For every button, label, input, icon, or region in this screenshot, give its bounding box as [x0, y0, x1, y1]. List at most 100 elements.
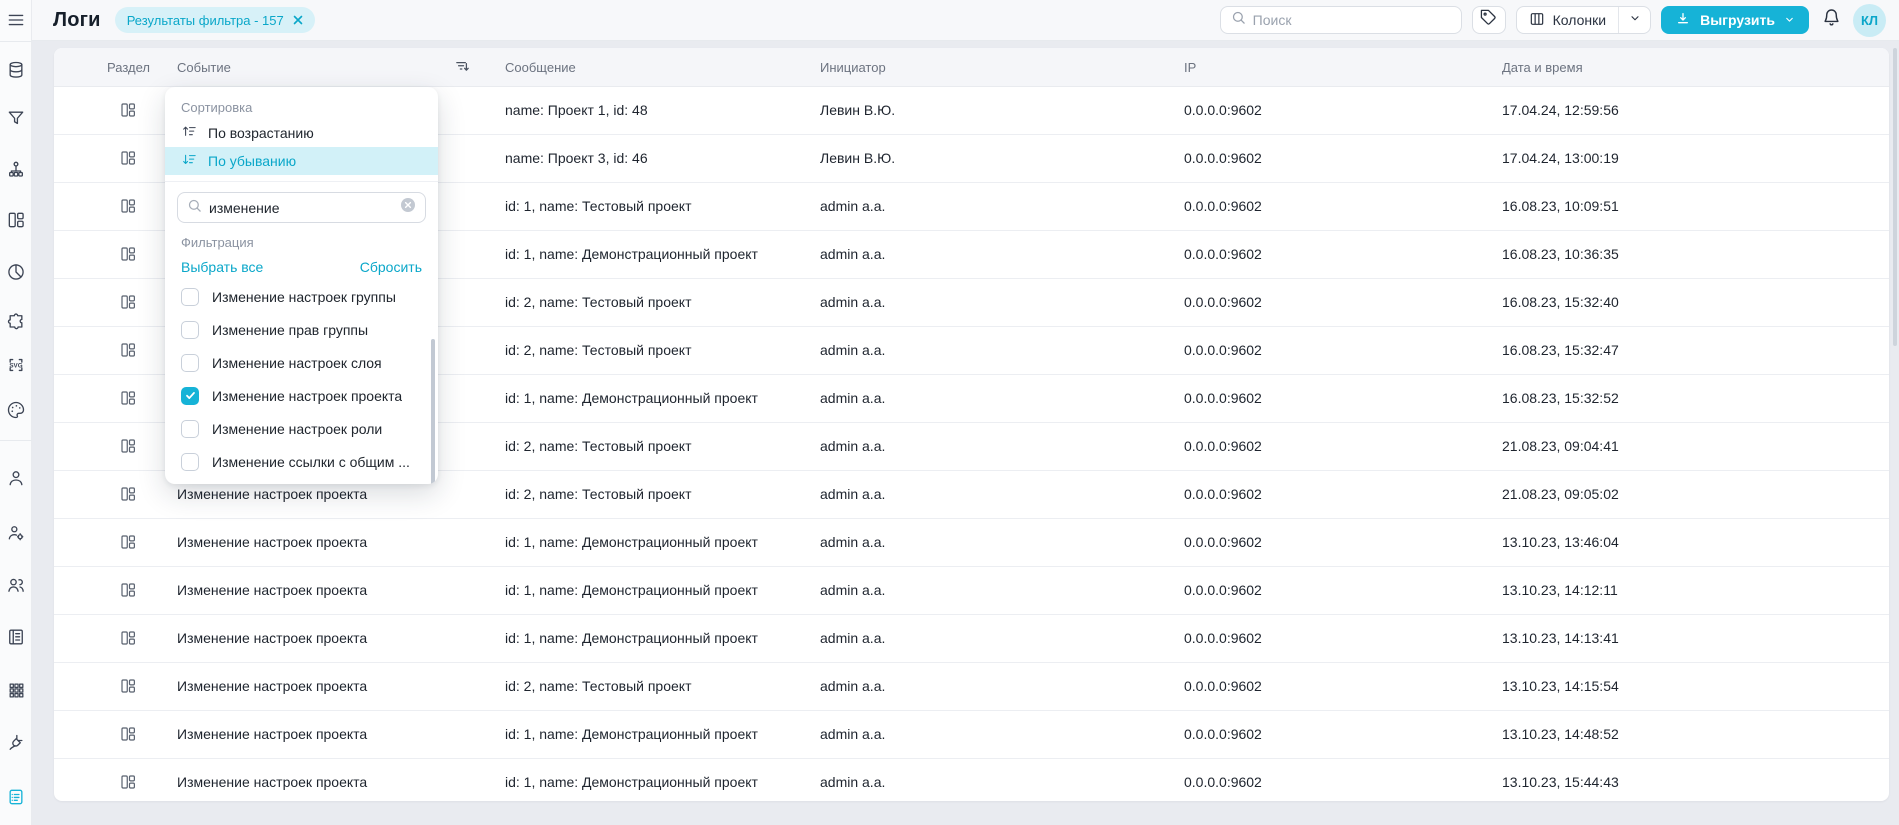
section-dashboard-icon	[119, 245, 137, 266]
pie-chart-icon[interactable]	[0, 260, 32, 284]
checkbox[interactable]	[181, 386, 199, 405]
menu-icon[interactable]	[0, 8, 32, 32]
filter-option[interactable]: Изменение настроек проекта	[165, 379, 438, 412]
table-row[interactable]: Изменение настроек проекта id: 1, name: …	[54, 615, 1889, 663]
cell-message: id: 1, name: Демонстрационный проект	[505, 726, 758, 742]
avatar[interactable]: КЛ	[1853, 3, 1886, 37]
dropdown-scrollbar[interactable]	[431, 339, 435, 484]
table-row[interactable]: Изменение настроек проекта id: 2, name: …	[54, 663, 1889, 711]
cell-datetime: 16.08.23, 15:32:40	[1502, 294, 1619, 310]
cell-message: id: 1, name: Демонстрационный проект	[505, 534, 758, 550]
filter-option[interactable]: Изменение ссылки с общим ...	[165, 445, 438, 478]
journal-icon[interactable]	[0, 625, 32, 649]
tags-button[interactable]	[1471, 6, 1506, 34]
table-row[interactable]: Изменение настроек проекта id: 1, name: …	[54, 567, 1889, 615]
column-header-ip[interactable]: IP	[1184, 60, 1196, 75]
sort-ascending-item[interactable]: По возрастанию	[165, 119, 438, 147]
users-icon[interactable]	[0, 573, 32, 597]
section-dashboard-icon	[119, 533, 137, 554]
dashboard-icon[interactable]	[0, 208, 32, 232]
cell-ip: 0.0.0.0:9602	[1184, 150, 1262, 166]
filter-option[interactable]: Изменение настроек группы	[165, 280, 438, 313]
clear-search-icon[interactable]	[400, 197, 416, 218]
cell-ip: 0.0.0.0:9602	[1184, 342, 1262, 358]
column-header-event[interactable]: Событие	[177, 60, 231, 75]
cell-message: id: 2, name: Тестовый проект	[505, 486, 692, 502]
cell-ip: 0.0.0.0:9602	[1184, 774, 1262, 790]
cell-message: id: 2, name: Тестовый проект	[505, 438, 692, 454]
column-header-message[interactable]: Сообщение	[505, 60, 576, 75]
apps-grid-icon[interactable]	[0, 678, 32, 702]
checkbox[interactable]	[181, 419, 199, 438]
table-row[interactable]: Изменение настроек проекта id: 1, name: …	[54, 519, 1889, 567]
cell-datetime: 13.10.23, 14:13:41	[1502, 630, 1619, 646]
columns-dropdown-toggle[interactable]	[1618, 7, 1650, 33]
avatar-initials: КЛ	[1860, 12, 1879, 28]
cell-datetime: 21.08.23, 09:04:41	[1502, 438, 1619, 454]
cell-message: id: 1, name: Демонстрационный проект	[505, 246, 758, 262]
cell-event: Изменение настроек проекта	[177, 534, 368, 550]
export-button[interactable]: Выгрузить	[1661, 6, 1809, 34]
event-column-dropdown: Сортировка По возрастанию По убыванию из…	[165, 87, 438, 484]
page-scrollbar[interactable]	[1893, 48, 1897, 346]
columns-button-label: Колонки	[1552, 12, 1607, 28]
puzzle-icon[interactable]	[0, 310, 32, 334]
dropdown-search-value: изменение	[209, 199, 280, 216]
filter-chip-label: Результаты фильтра - 157	[126, 12, 284, 28]
section-dashboard-icon	[119, 437, 137, 458]
column-header-initiator[interactable]: Инициатор	[820, 60, 886, 75]
user-settings-icon[interactable]	[0, 521, 32, 545]
columns-icon	[1529, 11, 1545, 30]
section-dashboard-icon	[119, 341, 137, 362]
cell-datetime: 13.10.23, 13:46:04	[1502, 534, 1619, 550]
dropdown-search-input[interactable]: изменение	[177, 192, 426, 223]
search-input[interactable]: Поиск	[1219, 6, 1462, 34]
column-header-datetime[interactable]: Дата и время	[1502, 60, 1583, 75]
checkbox[interactable]	[181, 287, 199, 306]
section-dashboard-icon	[119, 581, 137, 602]
tag-icon	[1480, 9, 1497, 31]
sort-descending-item[interactable]: По убыванию	[165, 147, 438, 175]
chevron-down-icon	[1629, 11, 1641, 29]
event-filter-sort-icon[interactable]	[454, 58, 471, 78]
checkbox[interactable]	[181, 353, 199, 372]
user-icon[interactable]	[0, 466, 32, 490]
filter-option[interactable]: Изменение прав группы	[165, 313, 438, 346]
download-icon	[1675, 11, 1691, 30]
section-dashboard-icon	[119, 389, 137, 410]
filter-option[interactable]: Изменение настроек слоя	[165, 346, 438, 379]
cell-message: id: 1, name: Демонстрационный проект	[505, 582, 758, 598]
table-header: Раздел Событие Сообщение Инициатор IP Да…	[54, 48, 1889, 87]
reset-link[interactable]: Сбросить	[360, 259, 422, 275]
chip-close-icon[interactable]	[293, 15, 303, 25]
section-dashboard-icon	[119, 197, 137, 218]
select-all-link[interactable]: Выбрать все	[181, 259, 263, 275]
svg-file-icon[interactable]: SVG	[0, 353, 32, 377]
cell-ip: 0.0.0.0:9602	[1184, 102, 1262, 118]
table-row[interactable]: Изменение настроек проекта id: 1, name: …	[54, 759, 1889, 801]
filter-icon[interactable]	[0, 106, 32, 130]
logs-icon[interactable]	[0, 785, 32, 809]
export-chevron-down-icon	[1784, 12, 1795, 28]
cell-event: Изменение настроек проекта	[177, 630, 368, 646]
cell-initiator: Левин В.Ю.	[820, 150, 896, 166]
checkbox[interactable]	[181, 320, 199, 339]
checkbox[interactable]	[181, 452, 199, 471]
database-icon[interactable]	[0, 58, 32, 82]
search-icon	[1231, 10, 1246, 30]
bell-icon	[1822, 8, 1841, 32]
cell-message: id: 1, name: Демонстрационный проект	[505, 630, 758, 646]
filter-section-label: Фильтрация	[181, 235, 254, 250]
notifications-button[interactable]	[1819, 6, 1843, 34]
filter-results-chip[interactable]: Результаты фильтра - 157	[114, 7, 315, 33]
column-header-razdel[interactable]: Раздел	[107, 60, 150, 75]
table-row[interactable]: Изменение настроек проекта id: 1, name: …	[54, 711, 1889, 759]
columns-button[interactable]: Колонки	[1517, 7, 1618, 33]
cell-datetime: 13.10.23, 14:48:52	[1502, 726, 1619, 742]
cell-initiator: admin a.a.	[820, 342, 886, 358]
filter-option[interactable]: Изменение настроек роли	[165, 412, 438, 445]
palette-icon[interactable]	[0, 398, 32, 422]
sitemap-icon[interactable]	[0, 158, 32, 182]
plug-icon[interactable]	[0, 731, 32, 755]
cell-initiator: admin a.a.	[820, 678, 886, 694]
